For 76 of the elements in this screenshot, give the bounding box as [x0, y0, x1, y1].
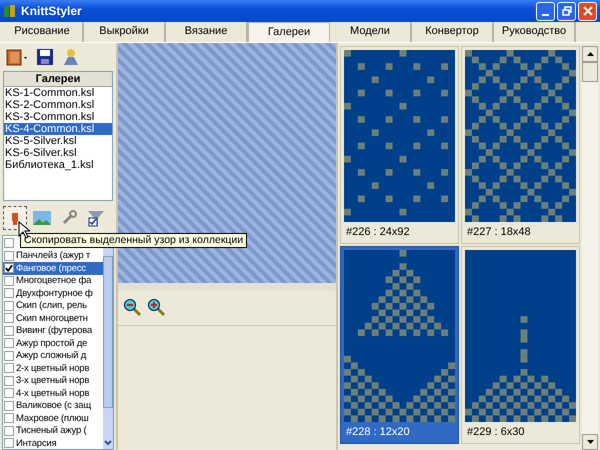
pattern-thumbnail[interactable]: #229 : 6x30	[461, 246, 580, 444]
checkbox[interactable]	[4, 288, 14, 298]
save-button[interactable]	[34, 48, 56, 66]
checkbox[interactable]	[4, 413, 14, 424]
pattern-type-item[interactable]: 3-х цветный норв	[16, 375, 90, 386]
scrollbar[interactable]	[582, 46, 598, 450]
checkbox[interactable]	[4, 238, 14, 248]
thumbnail-caption: #226 : 24x92	[345, 225, 411, 240]
funnel-checkbox-icon	[87, 209, 105, 227]
checkbox[interactable]	[4, 363, 14, 374]
close-button[interactable]	[578, 2, 597, 20]
minimize-button[interactable]	[536, 2, 555, 20]
checkbox[interactable]	[4, 426, 14, 436]
pattern-type-item[interactable]: Вивинг (футерова	[16, 325, 92, 336]
checkbox[interactable]	[4, 338, 14, 348]
thumbnail-caption: #229 : 6x30	[466, 425, 526, 440]
pattern-type-item[interactable]: Тисненый ажур (	[16, 425, 86, 436]
checkbox[interactable]	[4, 300, 14, 311]
thumbnail-caption: #227 : 18x48	[466, 225, 532, 240]
pattern-type-item[interactable]: Скип многоцветн	[16, 312, 88, 324]
checkbox[interactable]	[4, 388, 14, 398]
checkbox[interactable]	[4, 376, 14, 386]
pattern-type-item[interactable]: 4-х цветный норв	[16, 388, 90, 399]
landscape-picture-icon	[33, 211, 51, 225]
scroll-thumb[interactable]	[103, 256, 113, 408]
tab[interactable]: Галереи	[248, 22, 330, 42]
pattern-type-item[interactable]: Двухфонтурное ф	[16, 288, 93, 299]
tooltip: Скопировать выделенный узор из коллекции	[20, 233, 248, 248]
restore-icon	[562, 6, 572, 16]
gallery-file-item[interactable]: KS-5-Silver.ksl	[4, 135, 112, 147]
zoom-out-icon	[123, 298, 143, 318]
checkbox[interactable]	[4, 326, 14, 336]
triangle-down-icon	[586, 440, 594, 444]
thumbnail-caption: #228 : 12x20	[345, 425, 411, 440]
pattern-type-item[interactable]: Фанговое (пресс	[16, 262, 86, 274]
book-icon	[5, 47, 29, 67]
triangle-up-icon	[586, 52, 594, 56]
gallery-file-item[interactable]: Библиотека_1.ksl	[4, 159, 112, 171]
checkbox[interactable]	[4, 250, 14, 261]
pattern-thumbnail[interactable]: #226 : 24x92	[340, 46, 459, 244]
pattern-type-item[interactable]: Махровое (плюш	[16, 412, 89, 424]
gallery-file-item[interactable]: KS-4-Common.ksl	[4, 123, 112, 135]
chevron-down-icon	[104, 440, 112, 446]
column-header: Галереи	[4, 72, 112, 87]
scroll-thumb[interactable]	[582, 62, 598, 82]
restore-button[interactable]	[557, 2, 576, 20]
pattern-thumbnail[interactable]: #228 : 12x20	[340, 246, 459, 444]
scroll-down-button[interactable]	[582, 434, 598, 450]
tab[interactable]: Рисование	[2, 22, 84, 42]
scroll-up-button[interactable]	[582, 46, 598, 62]
close-icon	[582, 6, 592, 16]
checkbox[interactable]	[4, 276, 14, 286]
pattern-type-item[interactable]: Ажур простой де	[16, 338, 88, 349]
checkbox[interactable]	[4, 400, 14, 411]
minimize-icon	[542, 14, 549, 16]
pattern-type-item[interactable]: Панчлейз (ажур т	[16, 250, 90, 262]
checkbox[interactable]	[4, 263, 14, 274]
pattern-type-item[interactable]: Валиковое (с защ	[16, 400, 91, 412]
zoom-in-icon	[147, 298, 167, 318]
pattern-type-item[interactable]: 2-х цветный норв	[16, 362, 90, 374]
pattern-type-item[interactable]: Ажур сложный д	[16, 350, 86, 362]
pattern-type-item[interactable]: Скип (слип, рель	[16, 300, 87, 312]
help-people-icon	[61, 47, 81, 67]
checkbox[interactable]	[4, 350, 14, 361]
pattern-type-item[interactable]: Интарсия	[16, 438, 56, 449]
app-logo-icon	[3, 4, 17, 18]
pattern-type-item[interactable]: Многоцветное фа	[16, 275, 92, 286]
checkbox[interactable]	[4, 438, 14, 448]
pattern-thumbnail[interactable]: #227 : 18x48	[461, 46, 580, 244]
checkbox[interactable]	[4, 313, 14, 324]
gallery-file-item[interactable]: KS-3-Common.ksl	[4, 111, 112, 123]
gallery-file-item[interactable]: KS-6-Silver.ksl	[4, 147, 112, 159]
gallery-file-item[interactable]: KS-2-Common.ksl	[4, 99, 112, 111]
window-title: KnittStyler	[21, 4, 83, 18]
gallery-file-item[interactable]: KS-1-Common.ksl	[4, 87, 112, 99]
wrench-icon	[60, 209, 78, 227]
